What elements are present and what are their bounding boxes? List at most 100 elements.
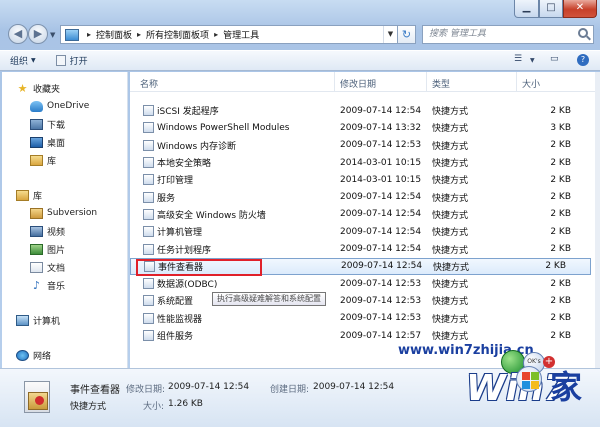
- open-button[interactable]: 打开: [46, 51, 98, 70]
- recent-pages-dropdown[interactable]: ▼: [50, 31, 55, 39]
- breadcrumb-separator[interactable]: ▸: [137, 30, 141, 39]
- file-name: 性能监视器: [157, 314, 203, 325]
- nav-item[interactable]: 桌面: [30, 134, 65, 150]
- file-type: 快捷方式: [432, 193, 469, 204]
- vertical-scrollbar[interactable]: [595, 72, 600, 368]
- table-row-selected[interactable]: 事件查看器 2009-07-14 12:54 快捷方式 2 KB: [130, 257, 591, 276]
- file-date: 2009-07-14 12:53: [340, 278, 422, 289]
- table-row[interactable]: iSCSI 发起程序 2009-07-14 12:54 快捷方式 2 KB: [130, 102, 595, 119]
- column-divider[interactable]: [426, 72, 427, 91]
- tooltip: 执行高级疑难解答和系统配置: [212, 292, 326, 306]
- search-icon[interactable]: [578, 28, 588, 38]
- table-row[interactable]: 数据源(ODBC) 2009-07-14 12:53 快捷方式 2 KB: [130, 275, 595, 292]
- organize-label: 组织: [10, 57, 29, 67]
- library-icon: [30, 154, 43, 166]
- table-row[interactable]: 打印管理 2014-03-01 10:15 快捷方式 2 KB: [130, 171, 595, 188]
- breadcrumb-separator[interactable]: ▸: [214, 30, 218, 39]
- file-date: 2009-07-14 12:53: [340, 313, 422, 324]
- shortcut-icon: [143, 139, 154, 151]
- nav-item[interactable]: ★ 收藏夹: [16, 80, 60, 96]
- shortcut-icon: [143, 243, 154, 255]
- table-row[interactable]: 系统配置 2009-07-14 12:53 快捷方式 2 KB: [130, 292, 595, 309]
- table-row[interactable]: 高级安全 Windows 防火墙 2009-07-14 12:54 快捷方式 2 KB: [130, 206, 595, 223]
- preview-pane-icon[interactable]: ▭: [550, 54, 559, 64]
- file-date: 2014-03-01 10:15: [340, 174, 422, 185]
- file-name: 数据源(ODBC): [157, 280, 218, 291]
- file-type: 快捷方式: [432, 107, 469, 118]
- close-button[interactable]: ✕: [563, 0, 597, 18]
- view-options-icon[interactable]: ☰: [514, 54, 522, 64]
- table-row[interactable]: 计算机管理 2009-07-14 12:54 快捷方式 2 KB: [130, 223, 595, 240]
- shortcut-icon: [143, 174, 154, 186]
- table-row[interactable]: 组件服务 2009-07-14 12:57 快捷方式 2 KB: [130, 327, 595, 344]
- nav-item[interactable]: 文档: [30, 259, 65, 275]
- file-date: 2009-07-14 12:54: [341, 261, 423, 272]
- file-size: 2 KB: [550, 174, 571, 185]
- nav-item[interactable]: Subversion: [30, 205, 97, 221]
- details-file-name: 事件查看器: [70, 385, 120, 396]
- column-date[interactable]: 修改日期: [340, 77, 376, 90]
- nav-item-label: 音乐: [47, 281, 66, 292]
- file-name: 服务: [157, 193, 176, 204]
- column-divider[interactable]: [334, 72, 335, 91]
- nav-item-label: 计算机: [33, 316, 61, 327]
- nav-item[interactable]: 图片: [30, 241, 65, 257]
- breadcrumb-separator[interactable]: ▸: [87, 30, 91, 39]
- breadcrumb-all-items[interactable]: 所有控制面板项: [146, 28, 209, 41]
- file-date: 2009-07-14 12:53: [340, 295, 422, 306]
- nav-item[interactable]: 库: [16, 187, 42, 203]
- nav-item[interactable]: 库: [30, 152, 56, 168]
- shortcut-icon: [143, 191, 154, 203]
- nav-item[interactable]: ♪ 音乐: [30, 277, 65, 293]
- table-row[interactable]: 性能监视器 2009-07-14 12:53 快捷方式 2 KB: [130, 310, 595, 327]
- table-row[interactable]: Windows PowerShell Modules 2009-07-14 13:…: [130, 119, 595, 136]
- back-button[interactable]: ◀: [8, 24, 28, 44]
- file-size: 2 KB: [550, 244, 571, 255]
- details-size-value: 1.26 KB: [168, 399, 203, 409]
- nav-item[interactable]: OneDrive: [30, 98, 89, 114]
- file-name: 打印管理: [157, 176, 194, 187]
- column-size[interactable]: 大小: [522, 77, 540, 90]
- file-size: 2 KB: [550, 295, 571, 306]
- view-dropdown-icon[interactable]: ▼: [530, 57, 535, 64]
- breadcrumb-control-panel[interactable]: 控制面板: [96, 28, 132, 41]
- details-size-label: 大小:: [143, 402, 165, 412]
- nav-item-label: 库: [47, 156, 57, 167]
- table-row[interactable]: 任务计划程序 2009-07-14 12:54 快捷方式 2 KB: [130, 240, 595, 257]
- column-type[interactable]: 类型: [432, 77, 450, 90]
- table-row[interactable]: 本地安全策略 2014-03-01 10:15 快捷方式 2 KB: [130, 154, 595, 171]
- organize-button[interactable]: 组织 ▼: [0, 51, 46, 70]
- nav-item[interactable]: 下载: [30, 116, 65, 132]
- column-name[interactable]: 名称: [140, 77, 158, 90]
- help-icon[interactable]: ?: [577, 54, 589, 66]
- breadcrumb-admin-tools[interactable]: 管理工具: [223, 28, 259, 41]
- file-date: 2009-07-14 12:54: [340, 105, 422, 116]
- refresh-button[interactable]: ↻: [398, 25, 416, 44]
- file-rows: iSCSI 发起程序 2009-07-14 12:54 快捷方式 2 KB Window…: [130, 102, 595, 344]
- column-divider[interactable]: [516, 72, 517, 91]
- file-type: 快捷方式: [432, 280, 469, 291]
- forward-button[interactable]: ▶: [28, 24, 48, 44]
- details-modified-label: 修改日期:: [126, 385, 166, 395]
- file-type: 快捷方式: [432, 228, 469, 239]
- file-type: 快捷方式: [432, 332, 469, 342]
- address-history-dropdown[interactable]: ▼: [383, 26, 397, 43]
- address-bar[interactable]: ▸ 控制面板 ▸ 所有控制面板项 ▸ 管理工具 ▼: [60, 25, 398, 44]
- folder-icon: [30, 207, 43, 219]
- minimize-button[interactable]: ▁: [514, 0, 539, 18]
- search-input[interactable]: 搜索 管理工具: [422, 25, 594, 44]
- nav-item-label: 图片: [47, 245, 66, 256]
- search-placeholder: 搜索 管理工具: [429, 29, 486, 39]
- maximize-button[interactable]: □: [539, 0, 563, 18]
- nav-item[interactable]: 计算机: [16, 312, 60, 328]
- shortcut-icon: [143, 312, 154, 324]
- nav-item[interactable]: 视频: [30, 223, 65, 239]
- file-name: 组件服务: [157, 332, 194, 342]
- table-row[interactable]: 服务 2009-07-14 12:54 快捷方式 2 KB: [130, 188, 595, 205]
- shortcut-icon: [143, 122, 154, 134]
- file-date: 2009-07-14 12:54: [340, 244, 422, 255]
- table-row[interactable]: Windows 内存诊断 2009-07-14 12:53 快捷方式 2 KB: [130, 137, 595, 154]
- file-size: 2 KB: [550, 140, 571, 151]
- nav-item[interactable]: 网络: [16, 347, 51, 363]
- nav-item-label: 收藏夹: [33, 84, 61, 95]
